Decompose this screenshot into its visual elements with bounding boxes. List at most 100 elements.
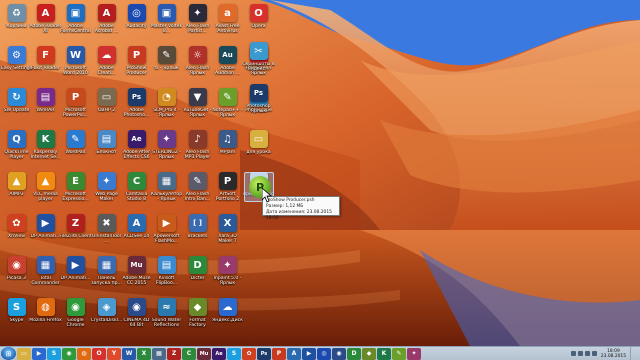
desktop-icon[interactable]: ✎ WordPad: [60, 128, 91, 167]
dicter-icon[interactable]: D: [347, 347, 361, 360]
desktop-icon[interactable]: ↻ SW Update: [1, 86, 32, 125]
desktop-icon[interactable]: ◉ CINEMA 4D 64 Bit: [121, 296, 152, 335]
desktop-icon[interactable]: F Foxit Reader: [30, 44, 61, 83]
desktop-icon[interactable]: ✂ Скриншоты в Яндекс...: [242, 40, 275, 79]
clock[interactable]: 18:09 23.08.2015: [601, 349, 626, 359]
desktop-icon[interactable]: ☁ Яндекс.Диск: [212, 296, 243, 335]
kaspersky-icon[interactable]: K: [377, 347, 391, 360]
yandex-browser-icon[interactable]: Y: [107, 347, 121, 360]
desktop-icon[interactable]: ▭ ОВНР 2: [91, 86, 122, 125]
desktop-icon[interactable]: ♪ Aleo Flash MP3 Player: [182, 128, 213, 167]
desktop-icon[interactable]: ✎ fx - Ярлык: [151, 44, 182, 83]
inpaint-icon[interactable]: ✦: [407, 347, 421, 360]
desktop-icon[interactable]: ♫ MPJam: [212, 128, 243, 167]
desktop-icon[interactable]: ▣ Master Voltek 8...: [151, 2, 182, 41]
desktop-icon[interactable]: ◉ Picasa 3: [1, 254, 32, 293]
camtasia-icon[interactable]: C: [182, 347, 196, 360]
network-icon[interactable]: [577, 351, 583, 356]
desktop-icon[interactable]: a Avast Free Antivirus: [212, 2, 243, 41]
desktop-icon[interactable]: ✦ Inpaint 5.0 - Ярлык: [212, 254, 243, 293]
calculator-icon[interactable]: ▦: [152, 347, 166, 360]
desktop-icon[interactable]: S Skype: [1, 296, 32, 335]
desktop-icon[interactable]: ▦ Панель запуска пр...: [91, 254, 122, 293]
firefox-icon[interactable]: ◍: [77, 347, 91, 360]
format-factory-icon[interactable]: ◆: [362, 347, 376, 360]
opera-icon[interactable]: O: [92, 347, 106, 360]
desktop-icon[interactable]: ✎ Aleo Flash Intro Ban...: [182, 170, 213, 209]
desktop-icon[interactable]: ♻ Корзина: [1, 2, 32, 41]
volume-icon[interactable]: [584, 351, 590, 356]
desktop-icon[interactable]: K Kaspersky Internet Se...: [30, 128, 61, 167]
desktop-icon[interactable]: ≈ Sound Water Reflections: [151, 296, 182, 335]
desktop-icon[interactable]: P ProShow Producer: [121, 44, 152, 83]
desktop-icon[interactable]: Ae Adobe After Effects CS6: [121, 128, 152, 167]
desktop-icon[interactable]: W Microsoft Word 2010: [60, 44, 91, 83]
desktop-icon[interactable]: ✦ Aleo Flash Particl...: [182, 2, 213, 41]
desktop-icon[interactable]: ✖ UninstallTool ...: [91, 212, 122, 251]
audacity-icon[interactable]: ◎: [317, 347, 331, 360]
desktop-icon[interactable]: ✦ Web Page Maker: [91, 170, 122, 209]
xnview-icon[interactable]: ✿: [242, 347, 256, 360]
proshow-icon[interactable]: P: [272, 347, 286, 360]
desktop-icon[interactable]: [ ] Brackets: [182, 212, 213, 251]
desktop-icon[interactable]: Q QuickTime Player: [1, 128, 32, 167]
desktop-icon[interactable]: ✎ Notepad++ - Ярлык: [212, 86, 243, 125]
desktop-icon[interactable]: ◔ SLM_Pro 4 - Ярлык: [151, 86, 182, 125]
excel-icon[interactable]: X: [137, 347, 151, 360]
skype-icon[interactable]: S: [227, 347, 241, 360]
desktop-icon[interactable]: ▣ Adobe FormsCentral: [60, 2, 91, 41]
desktop-icon[interactable]: O Opera: [243, 2, 274, 41]
desktop-icon[interactable]: ✿ XnView: [1, 212, 32, 251]
desktop-icon[interactable]: ▲ AIMP3: [1, 170, 32, 209]
desktop-icon[interactable]: A Adobe Reader XI: [29, 2, 62, 41]
notepad-plus-icon[interactable]: ✎: [392, 347, 406, 360]
cinema4d-icon[interactable]: ◉: [332, 347, 346, 360]
desktop-icon[interactable]: E Microsoft Expressio...: [60, 170, 91, 209]
desktop-icon[interactable]: D Dicter: [182, 254, 213, 293]
desktop-icon[interactable]: ▶ DP Animati...: [60, 254, 91, 293]
desktop-icon[interactable]: Au Adobe Audition ...: [212, 44, 243, 83]
desktop-icon[interactable]: ▲ VLC media player: [30, 170, 61, 209]
explorer-icon[interactable]: ▭: [17, 347, 31, 360]
media-player-icon[interactable]: ▶: [32, 347, 46, 360]
desktop-icon[interactable]: ▤ Блокнот: [91, 128, 122, 167]
desktop-icon[interactable]: ⚙ Easy Settings: [1, 44, 32, 83]
desktop-icon[interactable]: ✦ STERLING2 - Ярлык: [151, 128, 182, 167]
desktop-icon[interactable]: ☼ Aleo Flash Ярлык: [182, 44, 213, 83]
desktop-icon[interactable]: C Camtasia Studio 8: [121, 170, 152, 209]
desktop-icon[interactable]: Ps Photoshop Ярлык: [243, 82, 274, 121]
desktop-icon[interactable]: ◈ CrystalDiskI...: [91, 296, 122, 335]
desktop-icon[interactable]: ▤ Kvisoft FlipBoo...: [151, 254, 182, 293]
word-icon[interactable]: W: [122, 347, 136, 360]
desktop-icon[interactable]: Ps Adobe Photosho...: [121, 86, 152, 125]
desktop-icon[interactable]: A Adobe Acrobat ...: [91, 2, 122, 41]
desktop-icon[interactable]: ◉ Google Chrome: [60, 296, 91, 335]
desktop-icon[interactable]: ▤ WinRAR: [30, 86, 61, 125]
acdsee-icon[interactable]: A: [287, 347, 301, 360]
photoshop-icon[interactable]: Ps: [257, 347, 271, 360]
desktop-icon[interactable]: ▦ Калькулятор - Ярлык: [151, 170, 182, 209]
show-desktop-button[interactable]: [630, 346, 634, 360]
filezilla-icon[interactable]: Z: [167, 347, 181, 360]
desktop-icon[interactable]: ▶ Apowersoft FlashMo...: [151, 212, 182, 251]
desktop-icon[interactable]: ◎ Audacity: [121, 2, 152, 41]
muse-icon[interactable]: Mu: [197, 347, 211, 360]
chrome-icon[interactable]: ◉: [62, 347, 76, 360]
flag-icon[interactable]: [570, 351, 576, 356]
skype-icon[interactable]: S: [47, 347, 61, 360]
desktop-icon[interactable]: A ACDSee 14: [121, 212, 152, 251]
desktop-icon[interactable]: P Microsoft PowerPoi...: [60, 86, 91, 125]
desktop-icon[interactable]: ▼ RuTubeGet - Ярлык: [182, 86, 213, 125]
desktop-icon[interactable]: P ArtSoft Portfolio 2: [212, 170, 243, 209]
desktop-icon[interactable]: X Xara 3D Maker 7: [212, 212, 243, 251]
dp-animation-icon[interactable]: ▶: [302, 347, 316, 360]
language-icon[interactable]: [591, 351, 597, 356]
desktop-icon[interactable]: Z FileZilla Client: [59, 212, 92, 251]
desktop-icon[interactable]: ◍ Mozilla Firefox: [29, 296, 62, 335]
desktop-icon[interactable]: Mu Adobe Muse CC 2015: [121, 254, 152, 293]
desktop-icon[interactable]: ☁ Adobe Creati...: [91, 44, 122, 83]
desktop-icon[interactable]: ▭ для урока: [243, 128, 274, 167]
desktop-icon[interactable]: ▶ DP Animati...: [30, 212, 61, 251]
start-button[interactable]: ⊞: [1, 347, 16, 360]
desktop-icon[interactable]: ◆ Format Factory: [182, 296, 213, 335]
